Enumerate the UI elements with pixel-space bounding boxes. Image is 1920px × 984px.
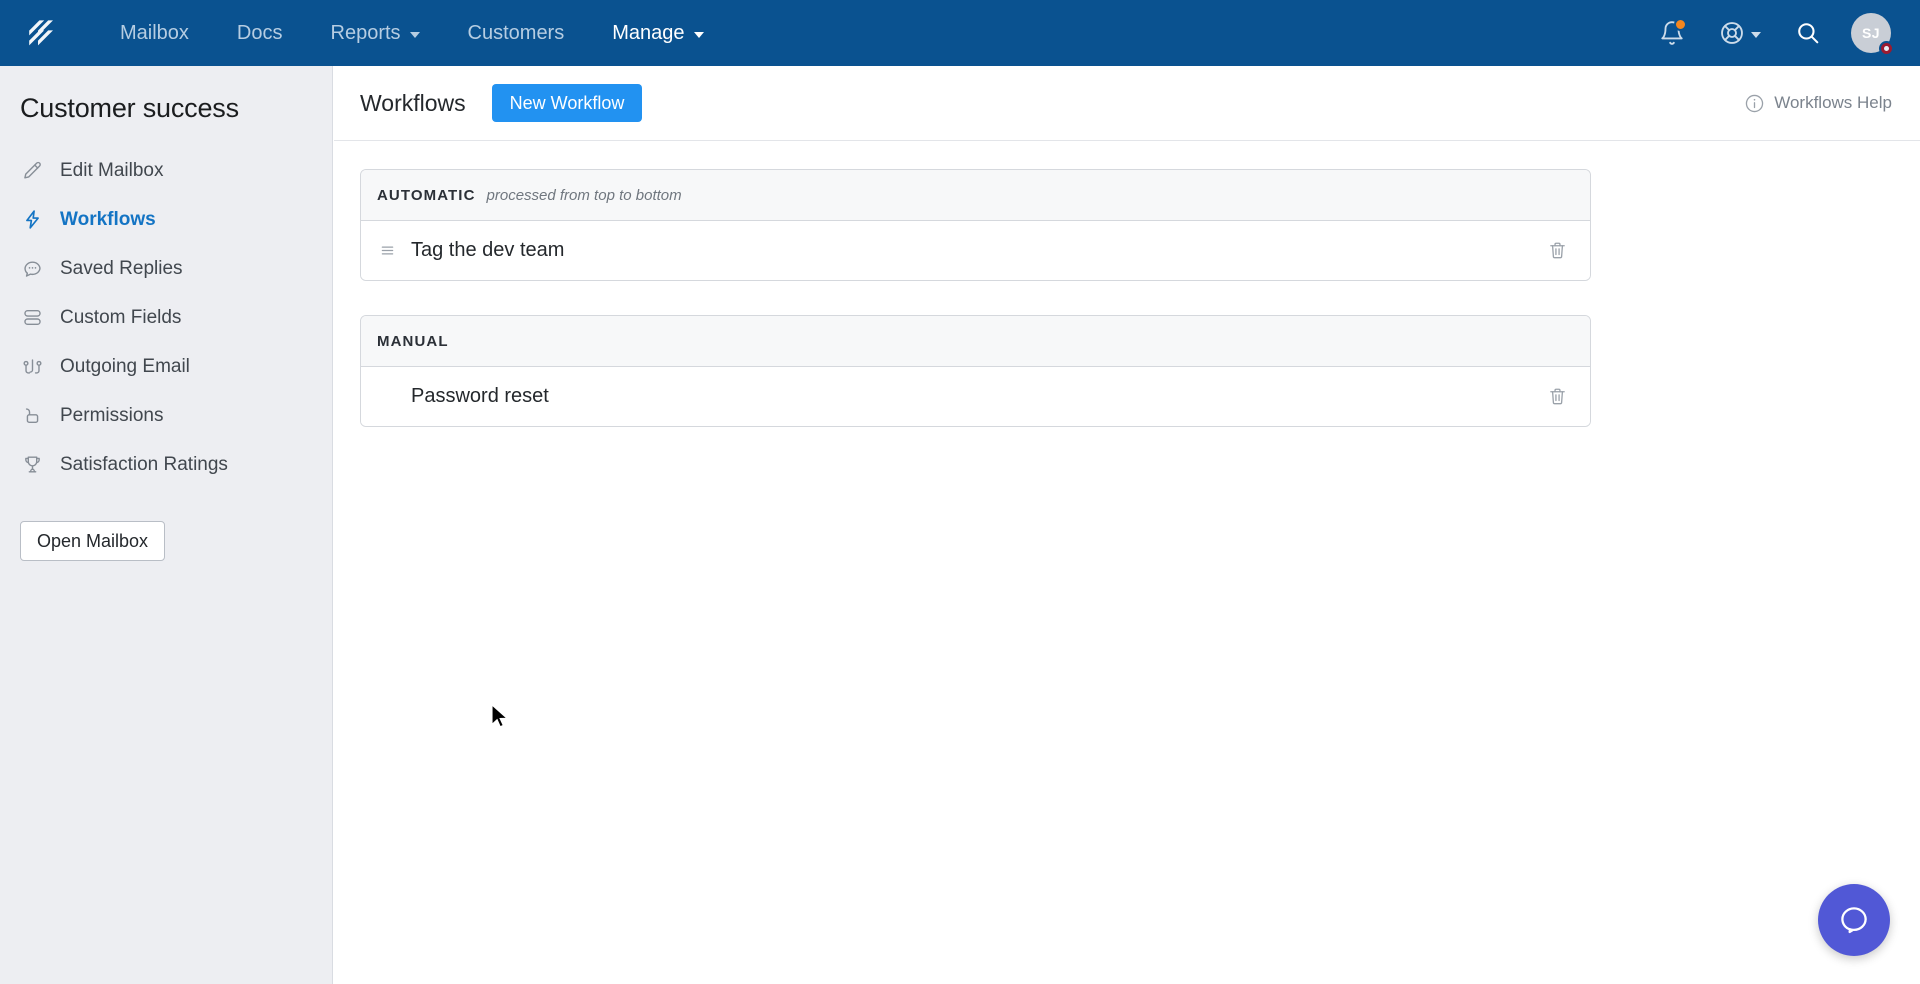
sidebar-item-label: Edit Mailbox — [60, 159, 164, 181]
sidebar-title: Customer success — [20, 93, 239, 123]
sidebar-item-permissions[interactable]: Permissions — [0, 391, 332, 440]
pencil-icon — [20, 159, 44, 183]
nav-link-reports[interactable]: Reports — [307, 0, 444, 66]
chevron-down-icon — [693, 32, 704, 38]
sidebar-item-outgoing-email[interactable]: Outgoing Email — [0, 342, 332, 391]
open-mailbox-button[interactable]: Open Mailbox — [20, 521, 166, 561]
bolt-icon — [20, 208, 44, 232]
sidebar-item-label: Custom Fields — [60, 306, 182, 328]
nav-link-label: Reports — [330, 22, 401, 44]
new-workflow-button[interactable]: New Workflow — [491, 84, 643, 122]
trophy-icon — [20, 453, 44, 477]
chat-bubble-icon — [20, 257, 44, 281]
support-beacon-button[interactable] — [1818, 884, 1890, 956]
sidebar: Customer success Edit Mailbox Workflows … — [0, 66, 333, 984]
delete-workflow-button[interactable] — [1544, 384, 1570, 410]
nav-link-customers[interactable]: Customers — [444, 0, 589, 66]
app-root: Mailbox Docs Reports Customers Manage SJ… — [0, 0, 1920, 984]
drag-handle-icon[interactable] — [377, 243, 397, 258]
workflow-group-automatic: AUTOMATIC processed from top to bottom T… — [360, 169, 1591, 281]
trash-icon — [1549, 388, 1565, 405]
nav-link-label: Docs — [236, 22, 283, 44]
sidebar-item-custom-fields[interactable]: Custom Fields — [0, 293, 332, 342]
delete-workflow-button[interactable] — [1544, 238, 1570, 264]
workflow-name: Tag the dev team — [411, 239, 565, 261]
table-row[interactable]: Tag the dev team — [361, 221, 1590, 280]
notifications-button[interactable] — [1644, 0, 1700, 66]
nav-link-docs[interactable]: Docs — [213, 0, 307, 66]
nav-link-mailbox[interactable]: Mailbox — [96, 0, 213, 66]
sidebar-item-saved-replies[interactable]: Saved Replies — [0, 244, 332, 293]
lock-icon — [20, 404, 44, 428]
workflow-group-note: processed from top to bottom — [486, 186, 682, 204]
search-button[interactable] — [1780, 0, 1836, 66]
workflow-group-header: AUTOMATIC processed from top to bottom — [361, 170, 1590, 221]
table-row[interactable]: Password reset — [361, 367, 1590, 426]
top-nav-actions: SJ — [1644, 0, 1920, 66]
top-navigation-bar: Mailbox Docs Reports Customers Manage SJ — [0, 0, 1920, 66]
workflows-help-label: Workflows Help — [1774, 93, 1892, 112]
sidebar-item-satisfaction-ratings[interactable]: Satisfaction Ratings — [0, 440, 332, 489]
search-icon — [1798, 23, 1819, 44]
sidebar-item-label: Outgoing Email — [60, 355, 190, 377]
workflow-group-header: MANUAL — [361, 316, 1590, 367]
workflow-group-manual: MANUAL Password reset — [360, 315, 1591, 427]
notification-badge — [1674, 18, 1687, 31]
main-content: Workflows New Workflow Workflows Help AU… — [334, 66, 1920, 984]
workflow-group-kind: MANUAL — [377, 332, 449, 350]
trash-icon — [1549, 242, 1565, 259]
sidebar-item-edit-mailbox[interactable]: Edit Mailbox — [0, 146, 332, 195]
stacked-rows-icon — [20, 306, 44, 330]
workflows-help-link[interactable]: Workflows Help — [1744, 93, 1892, 114]
workflow-group-kind: AUTOMATIC — [377, 186, 476, 204]
sidebar-nav-list: Edit Mailbox Workflows Saved Replies Cus… — [0, 146, 332, 489]
sidebar-item-label: Permissions — [60, 404, 164, 426]
avatar-status-badge — [1879, 41, 1894, 56]
nav-link-manage[interactable]: Manage — [588, 0, 727, 66]
sidebar-item-label: Workflows — [60, 208, 156, 230]
chevron-down-icon — [409, 32, 420, 38]
help-menu-button[interactable] — [1704, 0, 1776, 66]
chat-bubble-icon — [1841, 907, 1867, 934]
helpscout-logo-icon — [29, 20, 53, 46]
info-circle-icon — [1746, 94, 1764, 112]
sidebar-item-workflows[interactable]: Workflows — [0, 195, 332, 244]
chevron-down-icon — [1751, 32, 1761, 38]
lifesaver-icon — [1721, 22, 1743, 44]
nav-link-label: Mailbox — [120, 22, 189, 44]
primary-nav-links: Mailbox Docs Reports Customers Manage — [96, 0, 728, 66]
nav-link-label: Manage — [612, 22, 685, 44]
sidebar-item-label: Saved Replies — [60, 257, 183, 279]
page-title: Workflows — [360, 89, 466, 116]
nav-link-label: Customers — [467, 22, 565, 44]
workflow-name: Password reset — [411, 385, 549, 407]
user-avatar-button[interactable]: SJ — [1840, 0, 1902, 66]
helpscout-logo[interactable] — [8, 0, 74, 66]
main-header: Workflows New Workflow Workflows Help — [334, 66, 1920, 141]
sidebar-item-label: Satisfaction Ratings — [60, 453, 228, 475]
outgoing-email-icon — [20, 355, 44, 379]
workflows-list: AUTOMATIC processed from top to bottom T… — [334, 141, 1920, 427]
